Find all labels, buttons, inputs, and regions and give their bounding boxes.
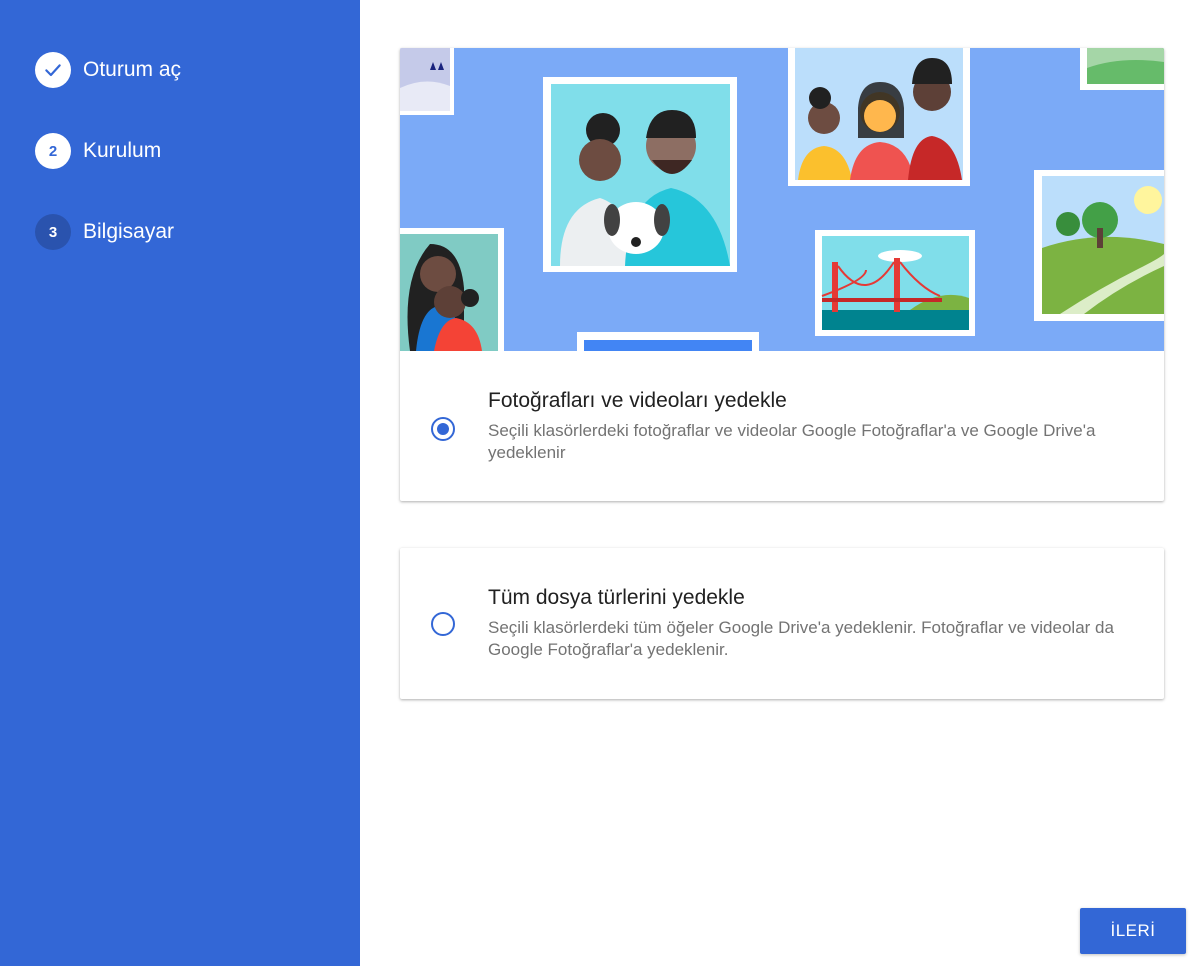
step-setup: 2 Kurulum xyxy=(35,133,161,169)
radio-photos-videos[interactable] xyxy=(431,417,455,441)
step-number: 2 xyxy=(35,133,71,169)
step-label: Kurulum xyxy=(83,139,162,162)
step-computer: 3 Bilgisayar xyxy=(35,214,174,250)
radio-all-files[interactable] xyxy=(431,612,455,636)
option-photos-videos[interactable]: Fotoğrafları ve videoları yedekle Seçili… xyxy=(400,351,1164,501)
option-title: Tüm dosya türlerini yedekle xyxy=(488,586,745,609)
step-number: 3 xyxy=(35,214,71,250)
backup-photos-card[interactable]: Fotoğrafları ve videoları yedekle Seçili… xyxy=(400,48,1164,501)
hero-illustration xyxy=(400,48,1164,351)
step-sign-in: Oturum aç xyxy=(35,52,181,88)
option-description: Seçili klasörlerdeki fotoğraflar ve vide… xyxy=(488,421,1096,462)
check-icon xyxy=(45,64,61,77)
backup-all-files-card[interactable]: Tüm dosya türlerini yedekle Seçili klasö… xyxy=(400,548,1164,699)
option-title: Fotoğrafları ve videoları yedekle xyxy=(488,389,787,412)
next-button[interactable]: İLERİ xyxy=(1080,908,1186,954)
option-all-files[interactable]: Tüm dosya türlerini yedekle Seçili klasö… xyxy=(400,548,1164,699)
step-done-badge xyxy=(35,52,71,88)
step-label: Oturum aç xyxy=(83,58,182,81)
option-description: Seçili klasörlerdeki tüm öğeler Google D… xyxy=(488,618,1114,659)
sidebar: Oturum aç 2 Kurulum 3 Bilgisayar xyxy=(0,0,360,966)
step-label: Bilgisayar xyxy=(83,220,175,243)
